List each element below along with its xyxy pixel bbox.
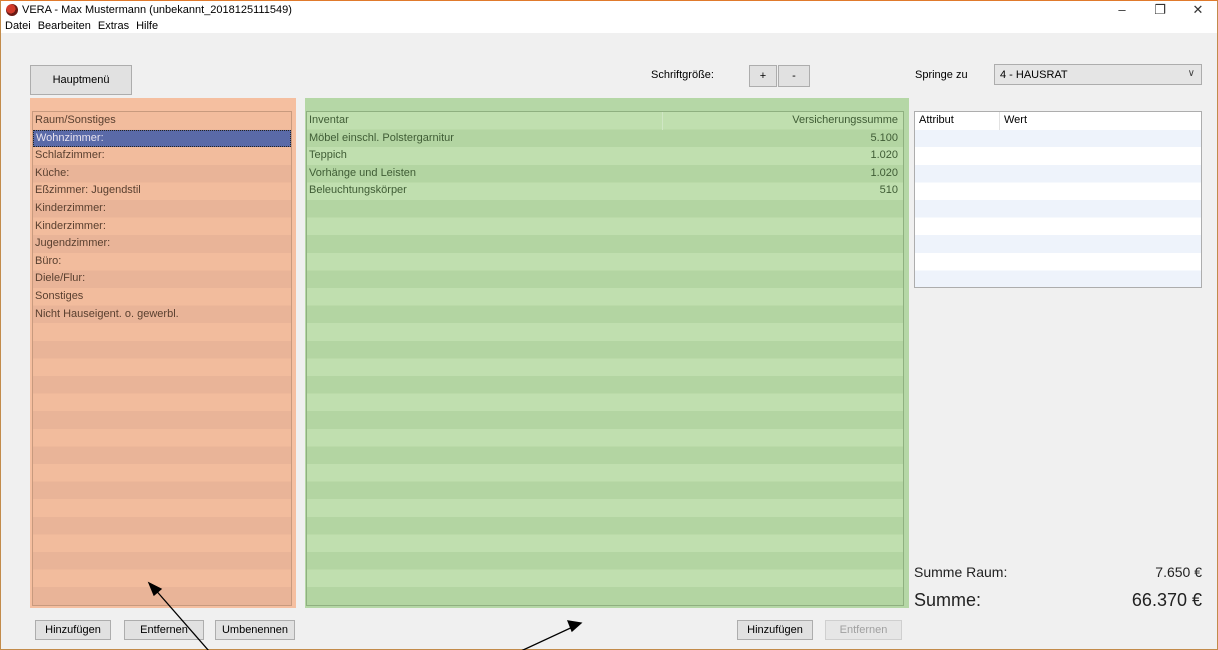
app-window: VERA - Max Mustermann (unbekannt_2018125… — [0, 0, 1218, 650]
font-decrease-button[interactable]: - — [778, 65, 810, 87]
list-item[interactable]: Nicht Hauseigent. o. gewerbl. — [33, 306, 291, 324]
inventory-item: Vorhänge und Leisten — [309, 166, 417, 179]
column-header-wert[interactable]: Wert — [1000, 112, 1027, 130]
total-sum-label: Summe: — [914, 590, 982, 610]
maximize-button[interactable]: ❐ — [1141, 1, 1179, 18]
list-item[interactable]: Eßzimmer: Jugendstil — [33, 182, 291, 200]
jump-to-label: Springe zu — [915, 69, 968, 81]
add-inventory-button[interactable]: Hinzufügen — [737, 620, 813, 640]
rooms-list[interactable]: Raum/Sonstiges Wohnzimmer: Schlafzimmer:… — [32, 111, 292, 606]
remove-room-button[interactable]: Entfernen — [124, 620, 204, 640]
list-item[interactable]: Wohnzimmer: — [33, 129, 291, 148]
jump-to-select[interactable]: 4 - HAUSRAT ∨ — [994, 64, 1202, 85]
inventory-table[interactable]: Inventar Versicherungssumme Möbel einsch… — [306, 111, 904, 606]
room-sum-label: Summe Raum: — [914, 564, 1008, 580]
inventory-sum: 5.100 — [870, 131, 898, 144]
menu-extras[interactable]: Extras — [98, 20, 129, 32]
chevron-down-icon: ∨ — [1187, 68, 1195, 79]
annotation-arrowhead-right — [566, 620, 583, 633]
main-menu-button[interactable]: Hauptmenü — [30, 65, 132, 95]
app-logo-icon — [6, 3, 18, 16]
window-controls: – ❐ ✕ — [1103, 1, 1217, 18]
list-item[interactable]: Schlafzimmer: — [33, 147, 291, 165]
menu-bearbeiten[interactable]: Bearbeiten — [38, 20, 91, 32]
table-row[interactable]: Vorhänge und Leisten 1.020 — [307, 165, 903, 183]
table-row[interactable]: Beleuchtungskörper 510 — [307, 182, 903, 200]
list-item[interactable]: Diele/Flur: — [33, 270, 291, 288]
inventory-sum: 1.020 — [870, 166, 898, 179]
minimize-button[interactable]: – — [1103, 1, 1141, 18]
table-row[interactable]: Teppich 1.020 — [307, 147, 903, 165]
rename-room-button[interactable]: Umbenennen — [215, 620, 295, 640]
inventory-item: Teppich — [309, 149, 347, 162]
room-sum-value: 7.650 € — [1155, 564, 1202, 580]
menu-hilfe[interactable]: Hilfe — [136, 20, 158, 32]
inventory-item: Beleuchtungskörper — [309, 184, 407, 197]
inventory-sum: 1.020 — [870, 149, 898, 162]
font-increase-button[interactable]: + — [749, 65, 777, 87]
list-item[interactable]: Kinderzimmer: — [33, 218, 291, 236]
annotation-arrow-right — [521, 624, 578, 650]
list-item[interactable]: Sonstiges — [33, 288, 291, 306]
jump-to-value: 4 - HAUSRAT — [1000, 68, 1068, 81]
attribute-table-header: Attribut Wert — [915, 112, 1201, 130]
inventory-item: Möbel einschl. Polstergarnitur — [309, 131, 454, 144]
window-title: VERA - Max Mustermann (unbekannt_2018125… — [22, 3, 292, 16]
table-row[interactable]: Möbel einschl. Polstergarnitur 5.100 — [307, 130, 903, 148]
title-bar: VERA - Max Mustermann (unbekannt_2018125… — [1, 1, 1217, 18]
add-room-button[interactable]: Hinzufügen — [35, 620, 111, 640]
attribute-table[interactable]: Attribut Wert — [914, 111, 1202, 288]
inventory-header: Inventar Versicherungssumme — [307, 112, 903, 130]
close-button[interactable]: ✕ — [1179, 1, 1217, 18]
total-sum-value: 66.370 € — [1131, 590, 1202, 610]
column-header-inventar[interactable]: Inventar — [307, 112, 663, 130]
font-size-label: Schriftgröße: — [651, 69, 714, 81]
remove-inventory-button[interactable]: Entfernen — [825, 620, 902, 640]
column-header-attribut[interactable]: Attribut — [915, 112, 1000, 130]
list-item[interactable]: Jugendzimmer: — [33, 235, 291, 253]
menu-datei[interactable]: Datei — [5, 20, 31, 32]
column-header-versicherungssumme[interactable]: Versicherungssumme — [663, 112, 903, 130]
list-item[interactable]: Kinderzimmer: — [33, 200, 291, 218]
list-item[interactable]: Küche: — [33, 165, 291, 183]
inventory-sum: 510 — [879, 184, 898, 197]
rooms-list-header: Raum/Sonstiges — [35, 114, 116, 126]
menu-bar: Datei Bearbeiten Extras Hilfe — [1, 18, 1217, 33]
list-item[interactable]: Büro: — [33, 253, 291, 271]
